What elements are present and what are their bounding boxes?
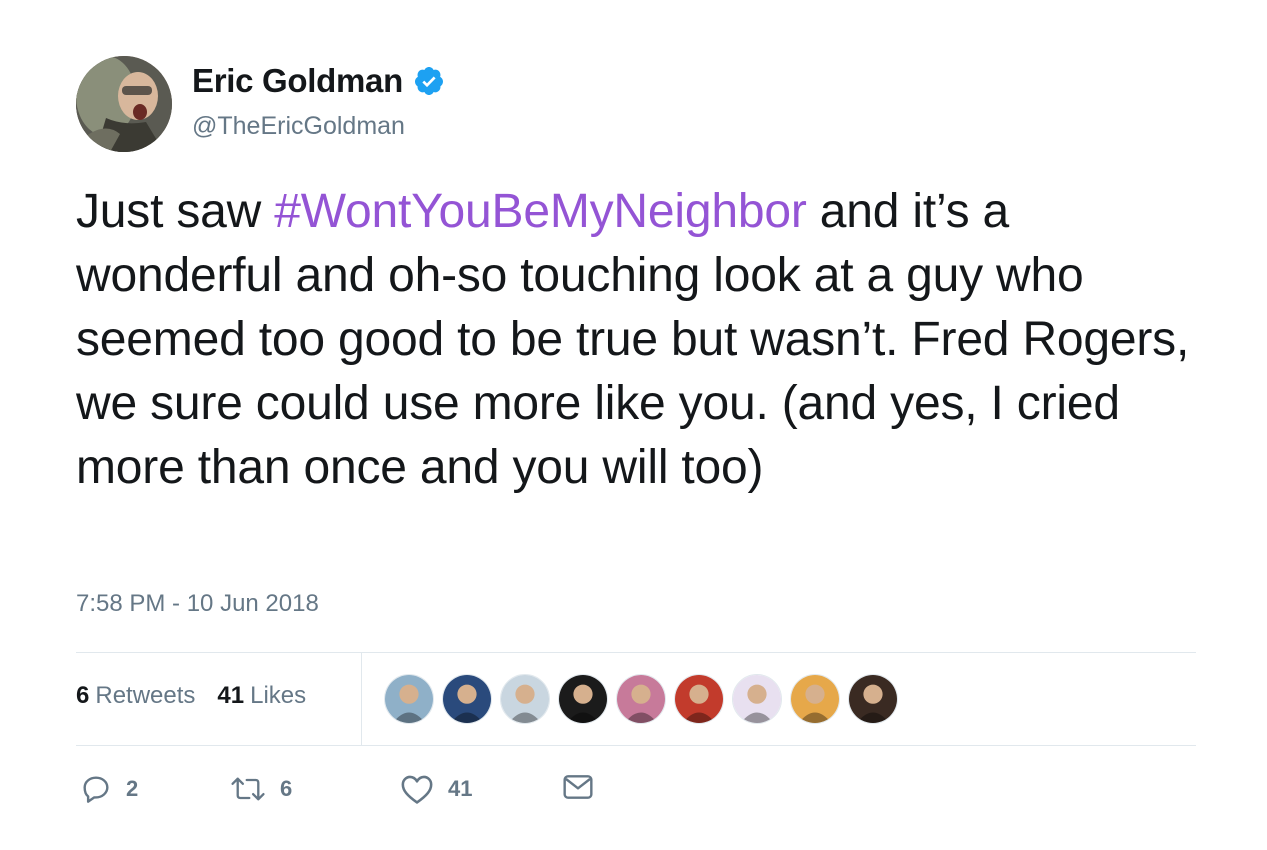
stats-vertical-divider <box>361 653 362 745</box>
retweet-count: 6 <box>280 776 293 801</box>
verified-badge-icon <box>413 65 445 97</box>
liker-avatar-1-icon[interactable] <box>384 674 434 724</box>
tweet-text: Just saw #WontYouBeMyNeighbor and it’s a… <box>76 180 1206 500</box>
author-name-row[interactable]: Eric Goldman <box>192 62 445 100</box>
liker-avatar-7-icon[interactable] <box>732 674 782 724</box>
like-count: 41 <box>448 776 473 801</box>
liker-avatar-9-icon[interactable] <box>848 674 898 724</box>
reply-icon <box>83 776 109 803</box>
liker-avatars <box>384 674 898 724</box>
liker-avatar-8-icon[interactable] <box>790 674 840 724</box>
liker-avatar-5-icon[interactable] <box>616 674 666 724</box>
retweets-stat[interactable]: 6 Retweets <box>76 682 195 710</box>
author-avatar[interactable] <box>76 56 172 152</box>
liker-avatar-6-icon[interactable] <box>674 674 724 724</box>
author-display-name[interactable]: Eric Goldman <box>192 62 403 100</box>
envelope-icon <box>563 775 593 799</box>
reply-button[interactable]: 2 <box>80 773 138 805</box>
retweets-stat-count: 6 <box>76 682 90 709</box>
stats-divider-bottom <box>76 745 1196 746</box>
tweet-card: Eric Goldman @TheEricGoldman Just saw #W… <box>0 0 1267 850</box>
liker-avatar-3-icon[interactable] <box>500 674 550 724</box>
retweets-stat-label: Retweets <box>95 682 196 709</box>
like-button[interactable]: 41 <box>400 773 472 805</box>
tweet-stats: 6 Retweets 41 Likes <box>76 682 306 710</box>
reply-count: 2 <box>126 776 139 801</box>
likes-stat[interactable]: 41 Likes <box>217 682 306 710</box>
liker-avatar-4-icon[interactable] <box>558 674 608 724</box>
retweet-button[interactable]: 6 <box>230 773 292 805</box>
tweet-timestamp[interactable]: 7:58 PM - 10 Jun 2018 <box>76 590 319 618</box>
tweet-text-intro: Just saw <box>76 185 275 238</box>
likes-stat-count: 41 <box>217 682 245 709</box>
stats-divider-top <box>76 652 1196 653</box>
hashtag-link[interactable]: #WontYouBeMyNeighbor <box>274 185 807 238</box>
heart-icon <box>401 775 433 804</box>
liker-avatar-2-icon[interactable] <box>442 674 492 724</box>
user-avatar-icon <box>76 56 172 152</box>
direct-message-button[interactable] <box>562 773 594 801</box>
author-handle[interactable]: @TheEricGoldman <box>192 112 405 141</box>
likes-stat-label: Likes <box>250 682 307 709</box>
retweet-icon <box>231 777 265 801</box>
